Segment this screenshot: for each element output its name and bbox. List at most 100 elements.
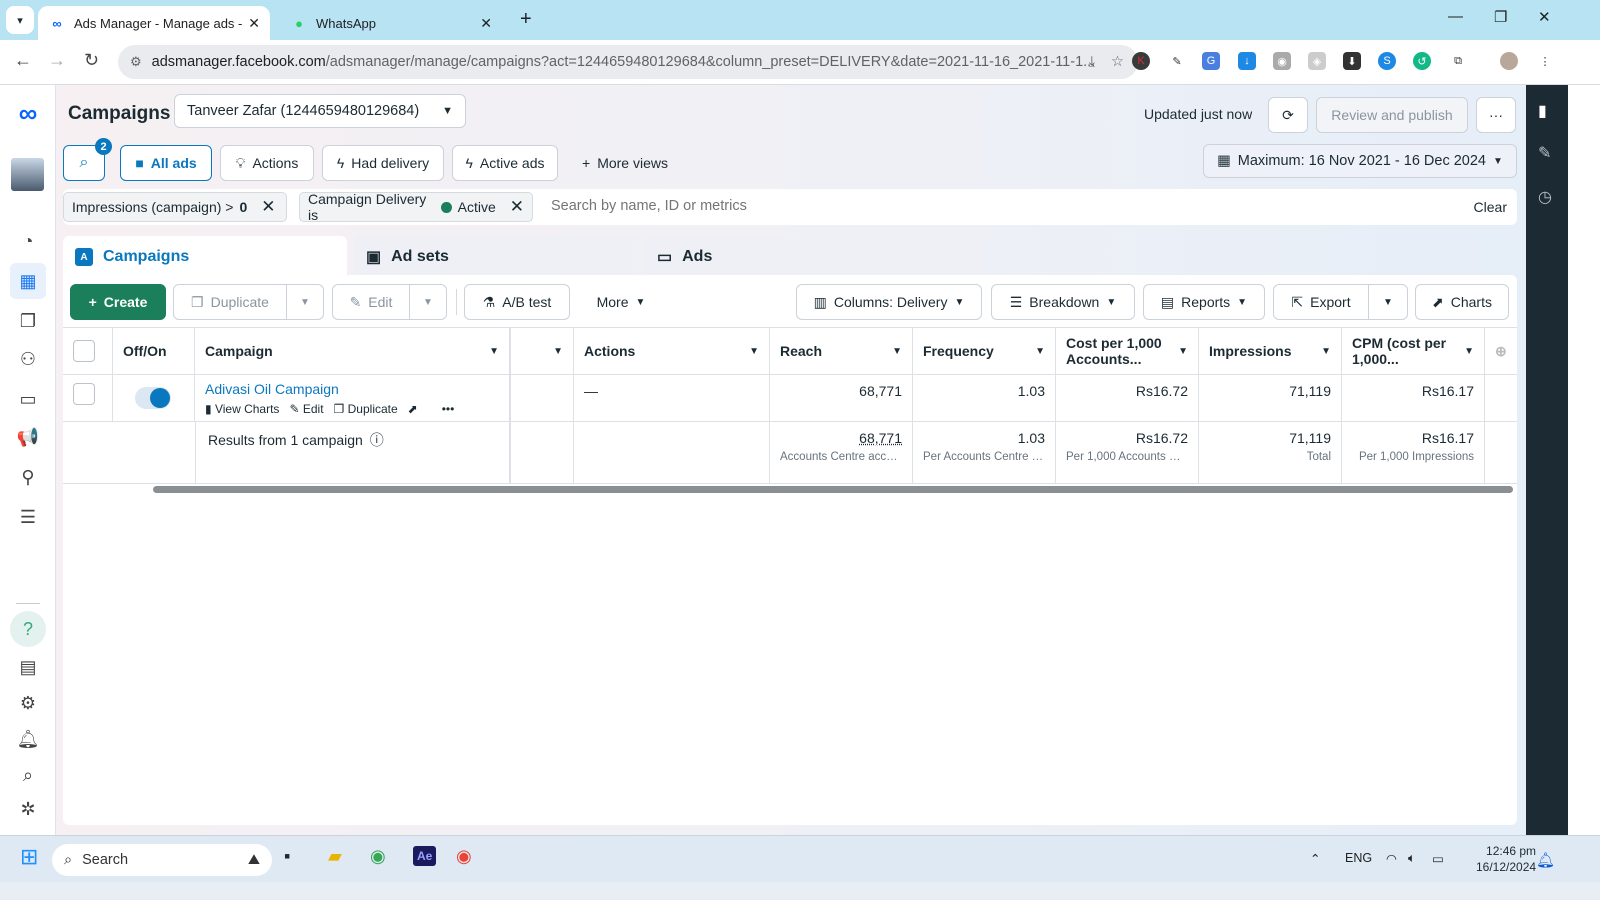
more-views-button[interactable]: + More views [568, 145, 682, 181]
new-tab-button[interactable]: + [520, 8, 532, 31]
reload-button[interactable]: ↻ [84, 50, 99, 71]
view-charts-link[interactable]: ▮ View Charts [205, 402, 279, 416]
sort-caret-icon[interactable]: ▼ [749, 346, 759, 357]
tray-overflow-icon[interactable]: ⌃ [1310, 851, 1320, 866]
tab-search-button[interactable]: ▾ [6, 6, 34, 34]
extensions-puzzle-icon[interactable]: ⧉ [1449, 52, 1467, 70]
open-external-icon[interactable]: ⬈ [408, 402, 418, 416]
user-avatar[interactable] [11, 158, 44, 191]
column-header-impressions[interactable]: Impressions ▼ [1199, 328, 1342, 374]
breakdown-button[interactable]: ☰ Breakdown ▼ [991, 284, 1135, 320]
tab-campaigns[interactable]: A Campaigns [63, 236, 347, 278]
forward-button[interactable]: → [48, 50, 66, 71]
view-active-ads[interactable]: ϟ Active ads [452, 145, 558, 181]
campaigns-table-icon[interactable]: ▦ [10, 263, 46, 299]
filter-chip-delivery[interactable]: Campaign Delivery is Active ✕ [299, 191, 533, 223]
site-info-icon[interactable]: ⚙ [130, 54, 142, 70]
billing-card-icon[interactable]: ▭ [10, 381, 46, 417]
sort-caret-icon[interactable]: ▼ [553, 346, 563, 357]
browser-menu-icon[interactable]: ⋮ [1536, 52, 1554, 70]
business-network-icon[interactable]: ⚲ [10, 459, 46, 495]
bookmark-star-icon[interactable]: ☆ [1111, 54, 1124, 70]
view-had-delivery[interactable]: ϟ Had delivery [322, 145, 444, 181]
duplicate-button[interactable]: ❐ Duplicate [173, 284, 287, 320]
filter-chip-impressions[interactable]: Impressions (campaign) > 0 ✕ [63, 192, 287, 222]
remove-filter-icon[interactable]: ✕ [261, 197, 275, 217]
wifi-icon[interactable]: ◠ [1386, 851, 1397, 866]
notifications-bell-icon[interactable]: 🔔︎ [10, 721, 46, 757]
sort-caret-icon[interactable]: ▼ [1464, 346, 1474, 357]
more-options-button[interactable]: ··· [1476, 97, 1516, 133]
column-header-actions[interactable]: Actions ▼ [574, 328, 770, 374]
ab-test-button[interactable]: ⚗ A/B test [464, 284, 570, 320]
ad-megaphone-icon[interactable]: 📢 [10, 419, 46, 455]
close-window-button[interactable]: ✕ [1538, 8, 1551, 26]
performance-chart-icon[interactable]: ▮ [1538, 101, 1547, 121]
duplicate-dropdown[interactable]: ▼ [286, 284, 324, 320]
horizontal-scrollbar[interactable] [153, 486, 1513, 493]
date-range-picker[interactable]: ▦ Maximum: 16 Nov 2021 - 16 Dec 2024 ▼ [1203, 144, 1517, 178]
review-and-publish-button[interactable]: Review and publish [1316, 97, 1468, 133]
more-actions-icon[interactable]: ••• [442, 402, 455, 416]
column-header-campaign[interactable]: Campaign ▼ [195, 328, 510, 374]
search-icon[interactable]: ⌕ [10, 757, 46, 793]
shazam-extension-icon[interactable]: S [1378, 52, 1396, 70]
sort-caret-icon[interactable]: ▼ [489, 346, 499, 357]
language-indicator[interactable]: ENG [1345, 851, 1372, 865]
remove-filter-icon[interactable]: ✕ [510, 197, 524, 217]
history-clock-icon[interactable]: ◷ [1538, 187, 1552, 207]
settings-gear-icon[interactable]: ⚙ [10, 685, 46, 721]
close-tab-icon[interactable]: ✕ [480, 15, 492, 32]
tab-ad-sets[interactable]: ▣ Ad sets [354, 236, 638, 278]
sort-caret-icon[interactable]: ▼ [1035, 346, 1045, 357]
duplicate-link[interactable]: ❐ Duplicate [334, 402, 398, 416]
more-button[interactable]: More ▼ [578, 284, 664, 320]
pages-icon[interactable]: ❐ [10, 303, 46, 339]
maximize-button[interactable]: ❐ [1494, 8, 1507, 26]
browser-tab-ads-manager[interactable]: ∞ Ads Manager - Manage ads - C ✕ [38, 6, 270, 40]
meta-logo[interactable]: ∞ [10, 95, 46, 131]
chrome-profile-icon[interactable]: ◉ [456, 846, 472, 867]
translate-extension-icon[interactable]: G [1202, 52, 1220, 70]
tab-ads[interactable]: ▭ Ads [645, 236, 929, 278]
search-filter-button[interactable]: ⌕ 2 [63, 138, 112, 181]
refresh-button[interactable]: ⟳ [1268, 97, 1308, 133]
camera-extension-icon[interactable]: ◉ [1273, 52, 1291, 70]
taskbar-search[interactable]: ⌕ Search ⛰ [52, 844, 272, 876]
table-row[interactable]: Adivasi Oil Campaign ▮ View Charts ✎ Edi… [63, 375, 1517, 422]
sync-extension-icon[interactable]: ↺ [1413, 52, 1431, 70]
system-clock[interactable]: 12:46 pm 16/12/2024 [1476, 843, 1536, 875]
volume-icon[interactable]: 🔈︎ [1408, 851, 1416, 866]
clear-filters-button[interactable]: Clear [1474, 199, 1507, 215]
add-column-icon[interactable]: ⊕ [1485, 328, 1517, 374]
battery-icon[interactable]: ▭ [1432, 851, 1444, 866]
info-icon[interactable]: ⓘ [370, 432, 384, 448]
bug-report-icon[interactable]: ✲ [10, 791, 46, 827]
extension-k-icon[interactable]: K [1132, 52, 1150, 70]
filter-search-input[interactable] [551, 198, 1151, 214]
create-button[interactable]: + Create [70, 284, 166, 320]
help-icon[interactable]: ? [10, 611, 46, 647]
minimize-button[interactable]: — [1448, 8, 1463, 25]
export-button[interactable]: ⇱ Export [1273, 284, 1369, 320]
close-tab-icon[interactable]: ✕ [248, 15, 260, 32]
summary-value[interactable]: 68,771 [780, 430, 902, 446]
column-header-blank[interactable]: ▼ [510, 328, 574, 374]
column-header-cost-per-1000[interactable]: Cost per 1,000 Accounts... ▼ [1056, 328, 1199, 374]
campaign-name-link[interactable]: Adivasi Oil Campaign [205, 381, 499, 397]
file-explorer-icon[interactable]: ▰ [328, 846, 342, 867]
campaign-on-off-toggle[interactable] [135, 387, 171, 409]
select-all-checkbox[interactable] [73, 340, 95, 362]
news-icon[interactable]: ▤ [10, 649, 46, 685]
column-header-frequency[interactable]: Frequency ▼ [913, 328, 1056, 374]
row-checkbox[interactable] [73, 383, 95, 405]
shield-extension-icon[interactable]: ◈ [1308, 52, 1326, 70]
sort-caret-icon[interactable]: ▼ [892, 346, 902, 357]
reports-button[interactable]: ▤ Reports ▼ [1143, 284, 1265, 320]
browser-tab-whatsapp[interactable]: ● WhatsApp ✕ [280, 6, 502, 40]
audiences-icon[interactable]: ⚇ [10, 341, 46, 377]
edit-button[interactable]: ✎ Edit [332, 284, 410, 320]
column-header-reach[interactable]: Reach ▼ [770, 328, 913, 374]
address-bar[interactable]: ⚙ adsmanager.facebook.com/adsmanager/man… [118, 45, 1138, 79]
task-view-icon[interactable]: ▪ [284, 846, 290, 867]
